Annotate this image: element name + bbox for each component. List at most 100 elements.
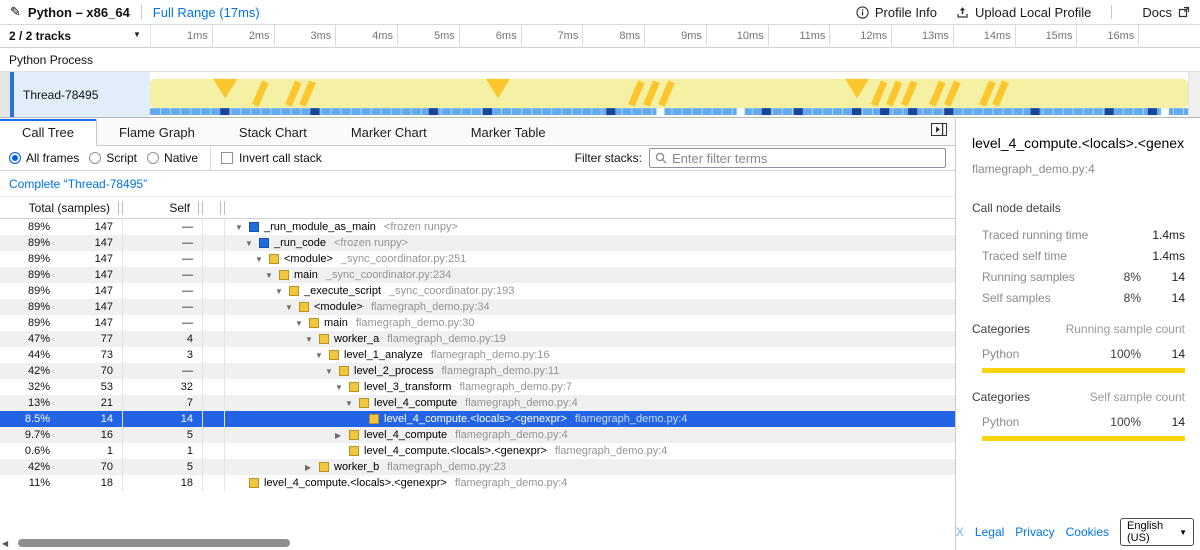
filter-group: Filter stacks: (575, 148, 946, 168)
scrollbar-thumb[interactable] (18, 539, 290, 547)
column-total-samples[interactable]: Total (samples) (0, 201, 118, 215)
detail-value: 1.4ms (1141, 228, 1185, 242)
category-percent: 100% (1099, 347, 1141, 361)
breadcrumb-complete-thread-link[interactable]: Complete “Thread-78495” (9, 177, 147, 191)
function-name: level_3_transform (364, 381, 451, 393)
table-row[interactable]: 8.5%1414level_4_compute.<locals>.<genexp… (0, 411, 955, 427)
expand-triangle-icon[interactable]: ▼ (275, 287, 289, 296)
expand-triangle-icon[interactable]: ▼ (285, 303, 299, 312)
docs-link[interactable]: Docs (1142, 5, 1190, 20)
expand-triangle-icon[interactable]: ▼ (325, 367, 339, 376)
table-row[interactable]: 89%147—▼mainflamegraph_demo.py:30 (0, 315, 955, 331)
function-location: flamegraph_demo.py:23 (387, 461, 506, 473)
thread-track-label[interactable]: Thread-78495 (14, 72, 150, 117)
table-row[interactable]: 89%147—▼_execute_script_sync_coordinator… (0, 283, 955, 299)
footer-links: X Legal Privacy Cookies (956, 525, 1109, 539)
table-row[interactable]: 13%217▼level_4_computeflamegraph_demo.py… (0, 395, 955, 411)
profile-info-button[interactable]: Profile Info (856, 5, 937, 20)
full-range-link[interactable]: Full Range (17ms) (153, 5, 260, 20)
expand-triangle-icon[interactable]: ▼ (315, 351, 329, 360)
expand-triangle-icon[interactable]: ▼ (295, 319, 309, 328)
tab-flame-graph[interactable]: Flame Graph (97, 119, 217, 145)
chevron-down-icon[interactable]: ▼ (133, 30, 141, 39)
cell-total: 89%147 (0, 315, 123, 331)
sidebar-toggle-button[interactable] (931, 123, 947, 141)
breadcrumb: Complete “Thread-78495” (0, 171, 955, 196)
table-row[interactable]: 89%147—▼<module>flamegraph_demo.py:34 (0, 299, 955, 315)
info-icon (856, 6, 869, 19)
cell-indicator (203, 411, 225, 427)
cell-self: — (123, 363, 203, 379)
table-row[interactable]: 9.7%165▶level_4_computeflamegraph_demo.p… (0, 427, 955, 443)
cell-function: ▼_run_module_as_main<frozen runpy> (225, 219, 955, 235)
category-square-icon (369, 414, 379, 424)
footer-link-privacy[interactable]: Privacy (1015, 525, 1054, 539)
radio-native[interactable]: Native (147, 151, 198, 165)
cell-indicator (203, 331, 225, 347)
expand-triangle-icon[interactable]: ▼ (255, 255, 269, 264)
expand-triangle-icon[interactable]: ▼ (265, 271, 279, 280)
tab-marker-table[interactable]: Marker Table (449, 119, 568, 145)
language-select[interactable]: English (US) ▼ (1120, 518, 1194, 546)
expand-triangle-icon[interactable]: ▼ (345, 399, 359, 408)
activity-canvas[interactable] (150, 72, 1188, 117)
table-row[interactable]: 32%5332▼level_3_transformflamegraph_demo… (0, 379, 955, 395)
expand-triangle-icon[interactable]: ▶ (335, 431, 349, 440)
expand-triangle-icon[interactable]: ▼ (235, 223, 249, 232)
chevron-down-icon: ▼ (1179, 528, 1187, 537)
radio-all-frames[interactable]: All frames (9, 151, 79, 165)
tab-call-tree[interactable]: Call Tree (0, 119, 97, 146)
cell-function: ▼level_1_analyzeflamegraph_demo.py:16 (225, 347, 955, 363)
tab-marker-chart[interactable]: Marker Chart (329, 119, 449, 145)
table-row[interactable]: 89%147—▼main_sync_coordinator.py:234 (0, 267, 955, 283)
timeline-ruler[interactable]: 1ms2ms3ms4ms5ms6ms7ms8ms9ms10ms11ms12ms1… (150, 25, 1200, 46)
cell-total: 89%147 (0, 283, 123, 299)
table-row[interactable]: 44%733▼level_1_analyzeflamegraph_demo.py… (0, 347, 955, 363)
upload-label: Upload Local Profile (975, 5, 1091, 20)
total-samples: 16 (50, 429, 122, 441)
footer-link-cookies[interactable]: Cookies (1066, 525, 1109, 539)
horizontal-scrollbar: ◀ (2, 538, 955, 548)
table-row[interactable]: 11%1818level_4_compute.<locals>.<genexpr… (0, 475, 955, 491)
calltree-toolbar: All frames Script Native Invert call stack… (0, 146, 955, 171)
vertical-scrollbar[interactable] (1188, 72, 1200, 117)
invert-call-stack-checkbox[interactable]: Invert call stack (221, 151, 322, 165)
category-square-icon (279, 270, 289, 280)
cell-total: 0.6%1 (0, 443, 123, 459)
function-location: _sync_coordinator.py:251 (341, 253, 466, 265)
thread-activity-graph[interactable] (150, 72, 1188, 117)
function-name: main (324, 317, 348, 329)
table-row[interactable]: 89%147—▼_run_module_as_main<frozen runpy… (0, 219, 955, 235)
table-row[interactable]: 0.6%11level_4_compute.<locals>.<genexpr>… (0, 443, 955, 459)
footer-link-x[interactable]: X (956, 525, 964, 539)
table-row[interactable]: 42%705▶worker_bflamegraph_demo.py:23 (0, 459, 955, 475)
table-row[interactable]: 47%774▼worker_aflamegraph_demo.py:19 (0, 331, 955, 347)
expand-triangle-icon[interactable]: ▼ (305, 335, 319, 344)
tab-stack-chart[interactable]: Stack Chart (217, 119, 329, 145)
process-track-header[interactable]: Python Process (0, 48, 1200, 72)
expand-triangle-icon[interactable]: ▼ (245, 239, 259, 248)
categories-metric: Running sample count (1066, 322, 1185, 336)
filter-input[interactable] (672, 151, 940, 166)
expand-triangle-icon[interactable]: ▶ (305, 463, 319, 472)
cell-function: ▼level_3_transformflamegraph_demo.py:7 (225, 379, 955, 395)
expand-triangle-icon[interactable]: ▼ (335, 383, 349, 392)
category-value: 14 (1141, 347, 1185, 361)
category-row: Python100%14 (972, 415, 1185, 429)
radio-script[interactable]: Script (89, 151, 137, 165)
radio-icon (89, 152, 101, 164)
column-resize-handle[interactable] (198, 201, 203, 215)
column-resize-handle[interactable] (220, 201, 225, 215)
filter-stacks-label: Filter stacks: (575, 151, 642, 165)
table-row[interactable]: 89%147—▼_run_code<frozen runpy> (0, 235, 955, 251)
category-square-icon (269, 254, 279, 264)
category-percent: 100% (1099, 415, 1141, 429)
table-row[interactable]: 42%70—▼level_2_processflamegraph_demo.py… (0, 363, 955, 379)
scroll-left-icon[interactable]: ◀ (2, 539, 14, 548)
column-self[interactable]: Self (123, 201, 198, 215)
edit-pencil-icon[interactable]: ✎ (10, 4, 21, 20)
upload-profile-button[interactable]: Upload Local Profile (956, 5, 1091, 20)
table-row[interactable]: 89%147—▼<module>_sync_coordinator.py:251 (0, 251, 955, 267)
footer-link-legal[interactable]: Legal (975, 525, 1004, 539)
tracks-count-button[interactable]: 2 / 2 tracks (0, 25, 150, 46)
